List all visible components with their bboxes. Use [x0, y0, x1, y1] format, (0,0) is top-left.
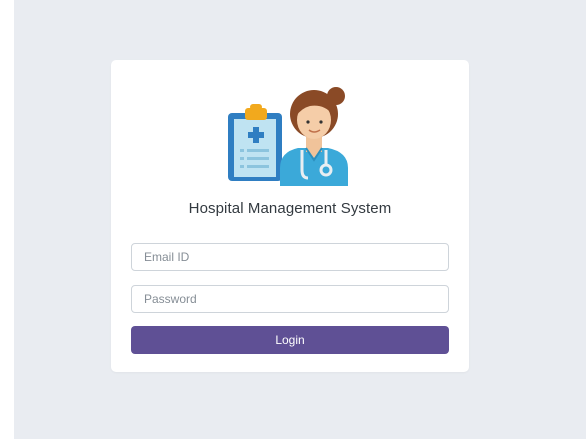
doctor-with-clipboard-icon: [228, 78, 356, 186]
login-card: Hospital Management System Login: [111, 60, 469, 372]
email-field[interactable]: [131, 243, 449, 271]
password-field[interactable]: [131, 285, 449, 313]
page-title: Hospital Management System: [188, 200, 392, 217]
login-button[interactable]: Login: [131, 326, 449, 354]
